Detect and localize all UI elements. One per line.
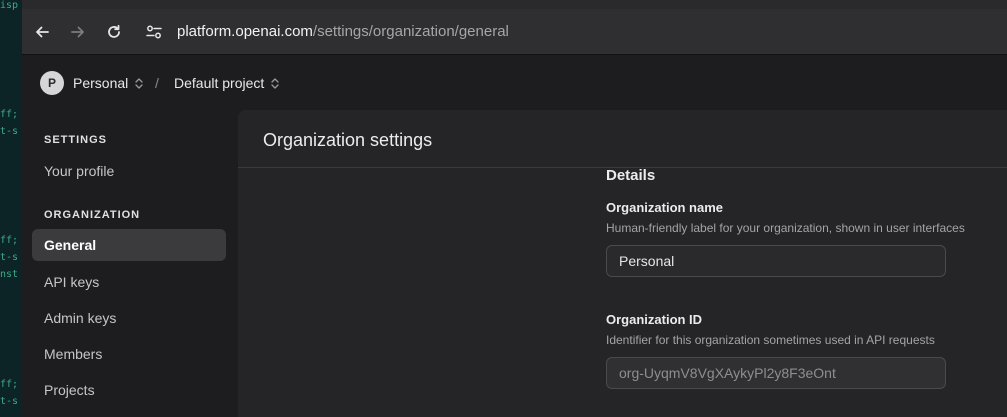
back-button[interactable] xyxy=(31,21,53,43)
settings-panel: Organization settings Details Organizati… xyxy=(238,110,1007,417)
screen: isp ff; t-s ff; t-s nst ff; t-s platform… xyxy=(0,0,1007,417)
code-line: nst xyxy=(0,269,19,280)
code-line: ff; xyxy=(0,379,19,390)
url-field[interactable]: platform.openai.com/settings/organizatio… xyxy=(177,23,509,40)
org-name-input[interactable] xyxy=(606,245,946,277)
chevron-up-down-icon xyxy=(271,77,279,89)
org-id-label: Organization ID xyxy=(606,312,703,327)
sidebar-item-your-profile[interactable]: Your profile xyxy=(32,155,226,187)
code-line: t-s xyxy=(0,252,19,263)
project-switcher-label: Default project xyxy=(174,75,265,91)
breadcrumb-separator: / xyxy=(155,75,159,91)
sidebar-item-general[interactable]: General xyxy=(32,229,226,261)
avatar[interactable]: P xyxy=(40,71,64,95)
code-line: ff; xyxy=(0,235,19,246)
org-id-help: Identifier for this organization sometim… xyxy=(606,333,935,347)
tab-strip xyxy=(22,0,1007,9)
settings-sidebar: SETTINGS Your profile ORGANIZATION Gener… xyxy=(22,110,238,417)
browser-window: platform.openai.com/settings/organizatio… xyxy=(22,0,1007,417)
sidebar-item-admin-keys[interactable]: Admin keys xyxy=(32,302,226,334)
top-header: P Personal / Default project xyxy=(22,56,1007,110)
org-name-help: Human-friendly label for your organizati… xyxy=(606,221,965,235)
code-line: t-s xyxy=(0,396,19,407)
arrow-right-icon xyxy=(71,26,84,38)
url-host: platform.openai.com xyxy=(177,23,313,40)
code-line: isp xyxy=(0,0,19,11)
chevron-up-down-icon xyxy=(135,77,143,89)
code-line: t-s xyxy=(0,126,19,137)
forward-button[interactable] xyxy=(67,21,89,43)
page: P Personal / Default project SETTINGS Yo… xyxy=(22,56,1007,417)
details-heading: Details xyxy=(606,167,656,184)
sidebar-item-api-keys[interactable]: API keys xyxy=(32,266,226,298)
org-switcher-label: Personal xyxy=(73,75,129,91)
url-path: /settings/organization/general xyxy=(312,23,509,40)
org-name-label: Organization name xyxy=(606,200,724,215)
sidebar-item-members[interactable]: Members xyxy=(32,338,226,370)
site-info-button[interactable] xyxy=(143,21,165,43)
page-title: Organization settings xyxy=(263,130,433,150)
project-switcher[interactable]: Default project xyxy=(174,75,279,91)
sidebar-item-projects[interactable]: Projects xyxy=(32,374,226,406)
arrow-left-icon xyxy=(36,26,49,38)
panel-header: Organization settings xyxy=(238,110,1007,168)
org-id-field[interactable] xyxy=(606,357,946,389)
site-settings-icon xyxy=(146,25,162,39)
background-code-editor: isp ff; t-s ff; t-s nst ff; t-s xyxy=(0,0,22,417)
settings-heading: SETTINGS xyxy=(44,134,108,146)
reload-icon xyxy=(108,24,120,38)
reload-button[interactable] xyxy=(103,21,125,43)
code-line: ff; xyxy=(0,109,19,120)
org-switcher[interactable]: Personal xyxy=(73,75,143,91)
address-bar: platform.openai.com/settings/organizatio… xyxy=(22,9,1007,55)
organization-heading: ORGANIZATION xyxy=(44,209,141,221)
